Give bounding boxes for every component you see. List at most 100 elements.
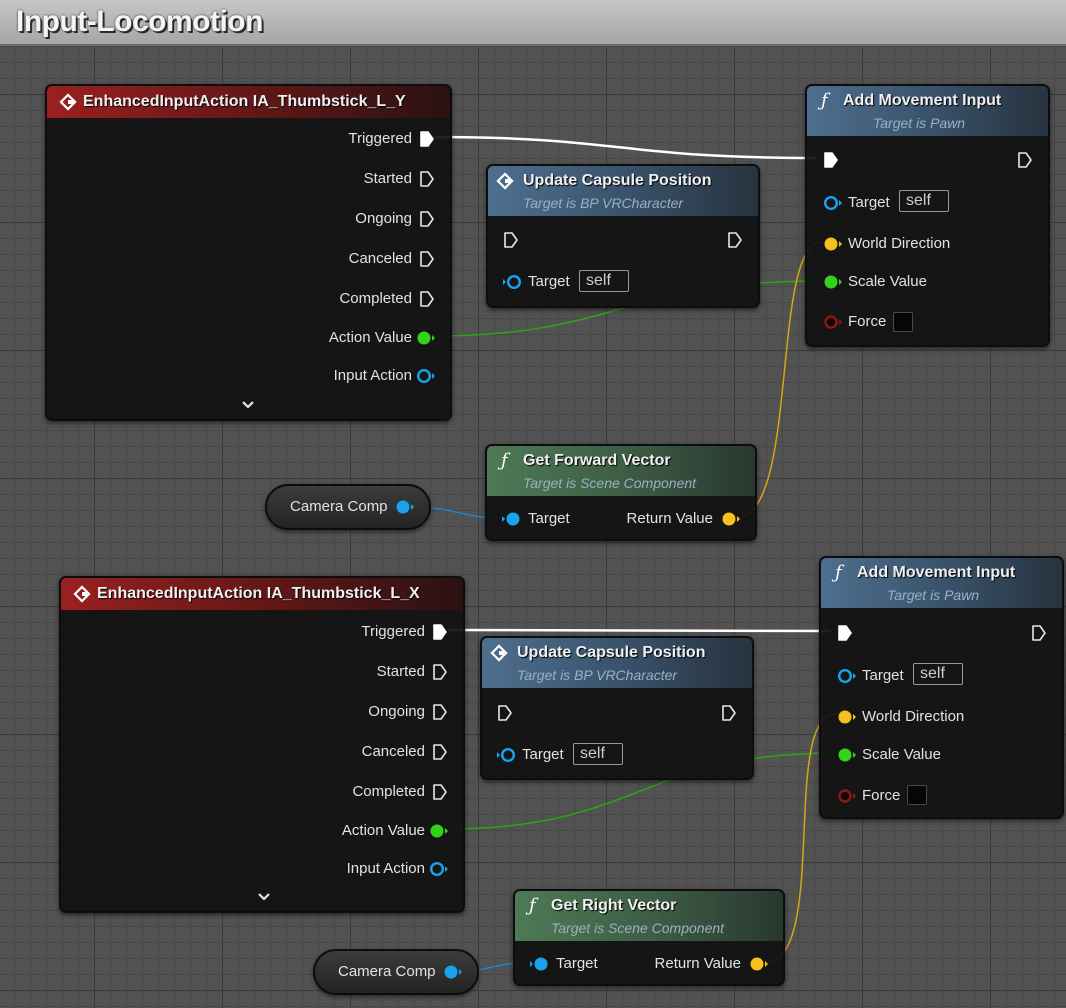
exec-out-pin[interactable] xyxy=(1031,624,1047,642)
exec-pin-ongoing[interactable] xyxy=(432,703,448,721)
add-movement-input-node-1[interactable]: ƒ Add Movement Input Target is Pawn Targ… xyxy=(805,84,1050,347)
exec-out-pin[interactable] xyxy=(1017,151,1033,169)
force-label: Force xyxy=(848,313,887,330)
object-pin-camera[interactable] xyxy=(394,498,416,516)
force-label: Force xyxy=(862,787,901,804)
exec-in-pin[interactable] xyxy=(503,231,519,249)
vector-pin-world-direction[interactable] xyxy=(821,235,843,253)
force-checkbox[interactable] xyxy=(907,785,927,805)
return-value-label: Return Value xyxy=(626,510,713,527)
target-value-box[interactable]: self xyxy=(573,743,623,765)
get-right-vector-node[interactable]: ƒ Get Right Vector Target is Scene Compo… xyxy=(513,889,785,986)
pin-label-input-action: Input Action xyxy=(333,367,412,384)
right-subtitle: Target is Scene Component xyxy=(551,920,725,936)
vector-pin-world-direction[interactable] xyxy=(835,708,857,726)
exec-pin-triggered[interactable] xyxy=(419,130,435,148)
pin-label-ongoing: Ongoing xyxy=(368,703,425,720)
pin-label-completed: Completed xyxy=(352,783,425,800)
exec-pin-canceled[interactable] xyxy=(419,250,435,268)
float-pin-scale-value[interactable] xyxy=(821,273,843,291)
target-value-box[interactable]: self xyxy=(579,270,629,292)
pin-label-triggered: Triggered xyxy=(361,623,425,640)
exec-in-pin[interactable] xyxy=(823,151,839,169)
capsule-title: Update Capsule Position xyxy=(523,172,712,189)
object-pin-target[interactable] xyxy=(821,194,843,212)
pin-label-input-action: Input Action xyxy=(346,860,425,877)
object-pin-target[interactable] xyxy=(496,746,518,764)
event-node-thumbstick-y[interactable]: EnhancedInputAction IA_Thumbstick_L_Y Tr… xyxy=(45,84,452,421)
add-movement-title: Add Movement Input xyxy=(843,92,1002,109)
exec-pin-triggered[interactable] xyxy=(432,623,448,641)
function-diamond-icon xyxy=(496,172,514,190)
function-f-icon: ƒ xyxy=(501,450,508,471)
target-label: Target xyxy=(528,510,570,527)
object-pin-target[interactable] xyxy=(501,510,523,528)
right-title: Get Right Vector xyxy=(551,897,677,914)
update-capsule-node-1[interactable]: Update Capsule Position Target is BP VRC… xyxy=(486,164,760,308)
target-label: Target xyxy=(848,194,890,211)
camera-comp-label: Camera Comp xyxy=(338,963,436,980)
chevron-down-icon[interactable] xyxy=(241,400,255,410)
pin-label-started: Started xyxy=(363,170,412,187)
pin-label-completed: Completed xyxy=(339,290,412,307)
camera-comp-node-2[interactable]: Camera Comp xyxy=(313,949,479,995)
capsule-subtitle: Target is BP VRCharacter xyxy=(517,667,678,683)
event-diamond-icon xyxy=(73,585,91,603)
float-pin-action-value[interactable] xyxy=(429,822,449,840)
return-value-label: Return Value xyxy=(654,955,741,972)
function-f-icon: ƒ xyxy=(529,895,536,916)
function-diamond-icon xyxy=(490,644,508,662)
add-movement-title: Add Movement Input xyxy=(857,564,1016,581)
pin-label-triggered: Triggered xyxy=(348,130,412,147)
pin-label-action-value: Action Value xyxy=(341,822,425,839)
bool-pin-force[interactable] xyxy=(821,313,843,331)
capsule-subtitle: Target is BP VRCharacter xyxy=(523,195,684,211)
exec-wire-x[interactable] xyxy=(447,628,832,633)
pin-label-ongoing: Ongoing xyxy=(355,210,412,227)
forward-title: Get Forward Vector xyxy=(523,452,671,469)
exec-pin-started[interactable] xyxy=(432,663,448,681)
scale-value-label: Scale Value xyxy=(848,273,927,290)
chevron-down-icon[interactable] xyxy=(257,892,271,902)
target-value-box[interactable]: self xyxy=(913,663,963,685)
float-pin-action-value[interactable] xyxy=(416,329,436,347)
bool-pin-force[interactable] xyxy=(835,787,857,805)
object-pin-input-action[interactable] xyxy=(416,367,436,385)
exec-in-pin[interactable] xyxy=(497,704,513,722)
force-checkbox[interactable] xyxy=(893,312,913,332)
target-label: Target xyxy=(556,955,598,972)
object-pin-target[interactable] xyxy=(502,273,524,291)
world-direction-label: World Direction xyxy=(862,708,965,725)
target-label: Target xyxy=(862,667,904,684)
exec-pin-completed[interactable] xyxy=(419,290,435,308)
exec-pin-completed[interactable] xyxy=(432,783,448,801)
vector-pin-return[interactable] xyxy=(720,510,742,528)
float-pin-scale-value[interactable] xyxy=(835,746,857,764)
get-forward-vector-node[interactable]: ƒ Get Forward Vector Target is Scene Com… xyxy=(485,444,757,541)
exec-wire-y[interactable] xyxy=(433,135,818,160)
camera-comp-node-1[interactable]: Camera Comp xyxy=(265,484,431,530)
pin-label-started: Started xyxy=(376,663,425,680)
update-capsule-node-2[interactable]: Update Capsule Position Target is BP VRC… xyxy=(480,636,754,780)
function-f-icon: ƒ xyxy=(821,90,828,111)
exec-pin-canceled[interactable] xyxy=(432,743,448,761)
add-movement-input-node-2[interactable]: ƒ Add Movement Input Target is Pawn Targ… xyxy=(819,556,1064,819)
exec-pin-ongoing[interactable] xyxy=(419,210,435,228)
exec-out-pin[interactable] xyxy=(727,231,743,249)
exec-pin-started[interactable] xyxy=(419,170,435,188)
exec-in-pin[interactable] xyxy=(837,624,853,642)
object-pin-input-action[interactable] xyxy=(429,860,449,878)
function-f-icon: ƒ xyxy=(835,562,842,583)
camera-comp-label: Camera Comp xyxy=(290,498,388,515)
object-pin-target[interactable] xyxy=(835,667,857,685)
event-node-thumbstick-x[interactable]: EnhancedInputAction IA_Thumbstick_L_X Tr… xyxy=(59,576,465,913)
exec-out-pin[interactable] xyxy=(721,704,737,722)
vector-pin-return[interactable] xyxy=(748,955,770,973)
target-value-box[interactable]: self xyxy=(899,190,949,212)
pin-label-action-value: Action Value xyxy=(328,329,412,346)
object-pin-target[interactable] xyxy=(529,955,551,973)
target-label: Target xyxy=(528,273,570,290)
event-diamond-icon xyxy=(59,93,77,111)
forward-subtitle: Target is Scene Component xyxy=(523,475,697,491)
object-pin-camera[interactable] xyxy=(442,963,464,981)
